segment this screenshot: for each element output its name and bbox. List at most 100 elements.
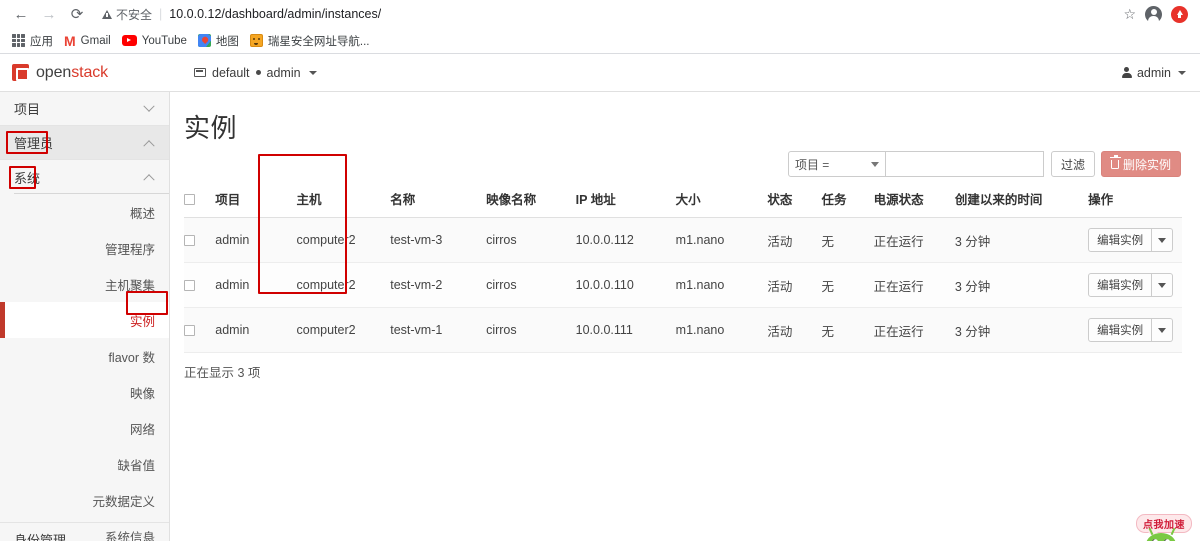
openstack-logo[interactable]: openstack: [0, 64, 170, 82]
bookmark-apps[interactable]: 应用: [9, 31, 61, 51]
widget-bubble-label: 点我加速: [1136, 514, 1192, 537]
sidebar-item-label: flavor 数: [108, 350, 155, 365]
bookmark-star-icon[interactable]: ☆: [1123, 6, 1136, 23]
chevron-down-icon: [1158, 237, 1167, 243]
sidebar-group-label: 管理员: [14, 136, 54, 151]
sidebar-group-admin[interactable]: 管理员: [0, 126, 169, 160]
row-checkbox[interactable]: [184, 235, 195, 247]
row-actions-dropdown-button[interactable]: [1152, 273, 1174, 297]
sidebar-item-label: 管理程序: [104, 242, 155, 257]
column-header-ip[interactable]: IP 地址: [575, 183, 676, 218]
sidebar-item-metadata-definitions[interactable]: 元数据定义: [0, 482, 169, 518]
edit-instance-button[interactable]: 编辑实例: [1088, 228, 1153, 252]
sidebar-group-identity[interactable]: 身份管理: [0, 522, 169, 541]
sidebar-item-networks[interactable]: 网络: [0, 410, 169, 446]
sidebar-item-overview[interactable]: 概述: [0, 194, 169, 230]
bookmark-gmail[interactable]: M Gmail: [61, 32, 119, 50]
edit-instance-button[interactable]: 编辑实例: [1088, 273, 1153, 297]
table-row[interactable]: admin computer2 test-vm-3 cirros 10.0.0.…: [184, 217, 1182, 263]
user-icon: [1121, 67, 1132, 78]
column-header-task[interactable]: 任务: [821, 183, 874, 218]
browser-toolbar: ← → ⟳ 不安全 | 10.0.0.12/dashboard/admin/in…: [0, 0, 1200, 28]
sidebar-item-label: 映像: [129, 386, 155, 401]
chevron-down-icon: [1178, 70, 1186, 75]
cell-flavor-link[interactable]: m1.nano: [675, 262, 768, 308]
extension-icon[interactable]: [1171, 5, 1188, 23]
sidebar-item-instances[interactable]: 实例: [0, 302, 169, 338]
row-action-group: 编辑实例: [1088, 318, 1182, 342]
trash-icon: [1109, 155, 1121, 169]
select-all-checkbox[interactable]: [184, 193, 195, 205]
bookmark-youtube[interactable]: YouTube: [119, 33, 195, 49]
column-header-image[interactable]: 映像名称: [486, 183, 576, 218]
column-header-name[interactable]: 名称: [390, 183, 487, 218]
sidebar-item-defaults[interactable]: 缺省值: [0, 446, 169, 482]
domain-label: default: [212, 65, 250, 80]
sidebar-group-project[interactable]: 项目: [0, 92, 169, 126]
url-text: 10.0.0.12/dashboard/admin/instances/: [169, 7, 382, 21]
row-actions-dropdown-button[interactable]: [1152, 228, 1174, 252]
table-toolbar: 项目 = 过滤 删除实例: [184, 151, 1182, 177]
column-header-power-state[interactable]: 电源状态: [873, 183, 955, 218]
filter-type-select[interactable]: 项目 =: [787, 151, 886, 177]
cell-flavor-link[interactable]: m1.nano: [675, 307, 768, 353]
row-checkbox[interactable]: [184, 325, 195, 337]
main-content: 实例 项目 = 过滤 删除实例 项目 主机 名称 映像名称 IP 地址 大小 状…: [170, 92, 1200, 541]
column-header-project[interactable]: 项目: [215, 183, 297, 218]
sidebar-item-label: 网络: [129, 422, 155, 437]
sidebar-item-hypervisors[interactable]: 管理程序: [0, 230, 169, 266]
sidebar-item-flavors[interactable]: flavor 数: [0, 338, 169, 374]
cell-actions: 编辑实例: [1088, 262, 1182, 308]
bookmark-rising[interactable]: 瑞星安全网址导航...: [247, 31, 378, 51]
cell-instance-name-link[interactable]: test-vm-1: [390, 307, 487, 353]
column-header-host[interactable]: 主机: [296, 183, 391, 218]
sidebar-group-label: 项目: [14, 102, 41, 117]
forward-button[interactable]: →: [36, 1, 62, 27]
row-actions-dropdown-button[interactable]: [1152, 318, 1174, 342]
table-row[interactable]: admin computer2 test-vm-1 cirros 10.0.0.…: [184, 307, 1182, 353]
cell-uptime: 3 分钟: [954, 307, 1089, 353]
filter-button[interactable]: 过滤: [1050, 151, 1095, 177]
domain-icon: [194, 68, 206, 77]
edit-instance-button[interactable]: 编辑实例: [1088, 318, 1153, 342]
row-action-group: 编辑实例: [1088, 228, 1182, 252]
address-bar[interactable]: 不安全 | 10.0.0.12/dashboard/admin/instance…: [98, 3, 1118, 25]
cell-uptime: 3 分钟: [954, 217, 1089, 263]
security-status[interactable]: 不安全: [102, 6, 152, 23]
row-checkbox[interactable]: [184, 280, 195, 292]
sidebar-item-images[interactable]: 映像: [0, 374, 169, 410]
cell-flavor-link[interactable]: m1.nano: [675, 217, 768, 263]
cell-power-state: 正在运行: [873, 262, 955, 308]
user-menu[interactable]: admin: [1121, 66, 1186, 80]
column-header-size[interactable]: 大小: [675, 183, 768, 218]
profile-avatar-icon[interactable]: [1145, 5, 1162, 23]
cell-instance-name-link[interactable]: test-vm-3: [390, 217, 487, 263]
back-button[interactable]: ←: [8, 1, 34, 27]
column-header-status[interactable]: 状态: [767, 183, 822, 218]
chevron-down-icon: [870, 161, 879, 167]
cell-project: admin: [215, 307, 297, 353]
bookmark-maps[interactable]: 地图: [195, 31, 247, 51]
omnibox-divider: |: [159, 7, 163, 21]
sidebar-item-host-aggregates[interactable]: 主机聚集: [0, 266, 169, 302]
domain-project-switcher[interactable]: default admin: [194, 66, 317, 80]
chrome-right-actions: ☆: [1123, 5, 1192, 23]
chevron-up-icon: [143, 139, 155, 151]
column-header-uptime[interactable]: 创建以来的时间: [954, 183, 1089, 218]
instances-table: 项目 主机 名称 映像名称 IP 地址 大小 状态 任务 电源状态 创建以来的时…: [184, 183, 1182, 353]
sidebar-subsection-system[interactable]: 系统: [0, 160, 169, 194]
chevron-down-icon: [1158, 327, 1167, 333]
table-row[interactable]: admin computer2 test-vm-2 cirros 10.0.0.…: [184, 262, 1182, 308]
sidebar-subsection-label: 系统: [14, 170, 41, 186]
filter-search-input[interactable]: [885, 151, 1044, 177]
brand-open-text: open: [36, 63, 72, 81]
reload-button[interactable]: ⟳: [64, 1, 90, 27]
cell-instance-name-link[interactable]: test-vm-2: [390, 262, 487, 308]
cell-host: computer2: [296, 217, 391, 263]
warning-triangle-icon: [102, 9, 112, 19]
delete-button-label: 删除实例: [1122, 157, 1171, 172]
delete-instances-button[interactable]: 删除实例: [1100, 151, 1181, 177]
separator-dot-icon: [255, 70, 261, 75]
floating-accelerate-widget[interactable]: 点我加速: [1130, 510, 1198, 541]
openstack-header: openstack default admin admin: [0, 54, 1200, 92]
